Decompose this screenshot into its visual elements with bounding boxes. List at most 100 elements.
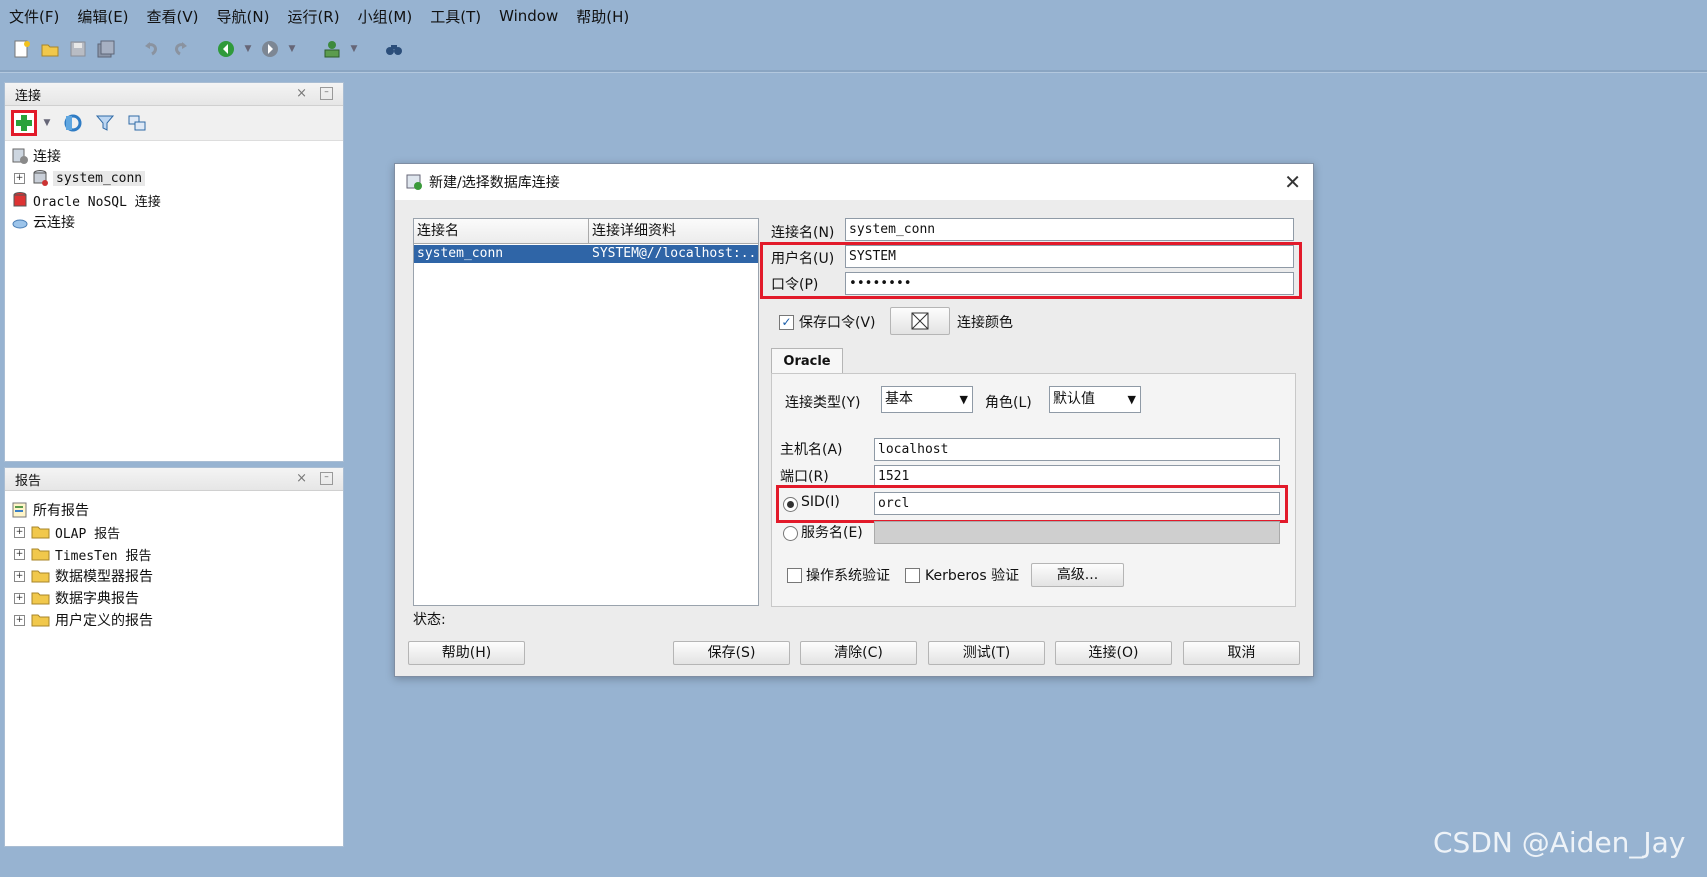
tree-item-report[interactable]: + 用户定义的报告 [5,609,343,631]
test-button[interactable]: 测试(T) [928,641,1045,665]
tree-item-report[interactable]: + TimesTen 报告 [5,543,343,565]
chevron-down-icon[interactable]: ▼ [242,44,254,54]
save-icon[interactable] [66,37,90,61]
connection-color-label: 连接颜色 [957,315,1013,331]
save-all-icon[interactable] [94,37,118,61]
connections-panel: 连接 × – ▼ 连接 + system_conn Oracle NoSQL 连… [4,82,344,462]
cancel-button[interactable]: 取消 [1183,641,1300,665]
minimize-icon[interactable]: – [320,472,333,485]
menu-navigate[interactable]: 导航(N) [208,6,279,27]
table-cell-details: SYSTEM@//localhost:... [592,246,758,261]
back-icon[interactable] [214,37,238,61]
tree-item-connections[interactable]: 连接 [5,145,343,167]
tree-item-label: 用户定义的报告 [55,613,153,629]
tree-item-all-reports[interactable]: 所有报告 [5,499,343,521]
expand-icon[interactable]: + [14,172,25,184]
host-label: 主机名(A) [780,442,843,458]
expand-icon[interactable]: + [14,526,25,538]
service-name-radio[interactable] [783,526,798,541]
database-icon [33,170,48,186]
add-connection-button[interactable] [11,110,37,136]
tree-item-report[interactable]: + 数据字典报告 [5,587,343,609]
new-icon[interactable] [10,37,34,61]
connections-toolbar: ▼ [5,106,343,141]
table-row[interactable]: system_conn SYSTEM@//localhost:... [414,245,758,263]
menu-help[interactable]: 帮助(H) [567,6,638,27]
close-icon[interactable]: ✕ [1284,170,1301,194]
password-field[interactable]: •••••••• [845,272,1294,295]
table-header-name[interactable]: 连接名 [414,219,589,244]
new-connection-dialog: 新建/选择数据库连接 ✕ 连接名 连接详细资料 system_conn SYST… [394,163,1314,677]
kerberos-checkbox[interactable] [905,568,920,583]
username-field[interactable]: SYSTEM [845,245,1294,268]
minimize-icon[interactable]: – [320,87,333,100]
chevron-down-icon[interactable]: ▼ [41,118,53,128]
tree-item-cloud[interactable]: 云连接 [5,211,343,233]
redo-icon[interactable] [168,37,192,61]
filter-icon[interactable] [93,111,117,135]
port-label: 端口(R) [780,469,829,485]
tab-oracle[interactable]: Oracle [771,348,843,375]
menu-team[interactable]: 小组(M) [349,6,422,27]
refresh-icon[interactable] [61,111,85,135]
menu-view[interactable]: 查看(V) [138,6,208,27]
clear-button[interactable]: 清除(C) [800,641,917,665]
undo-icon[interactable] [140,37,164,61]
tree-item-report[interactable]: + 数据模型器报告 [5,565,343,587]
save-password-checkbox[interactable]: ✓ [779,315,794,330]
port-field[interactable]: 1521 [874,465,1280,488]
tree-item-label: 数据字典报告 [55,591,139,607]
find-db-object-icon[interactable] [382,37,406,61]
save-button[interactable]: 保存(S) [673,641,790,665]
expand-icon[interactable]: + [14,548,25,560]
sid-radio[interactable] [783,497,798,512]
help-button[interactable]: 帮助(H) [408,641,525,665]
host-field[interactable]: localhost [874,438,1280,461]
menu-file[interactable]: 文件(F) [0,6,68,27]
sid-label: SID(I) [801,494,840,510]
connections-icon [12,148,28,164]
forward-icon[interactable] [258,37,282,61]
dialog-title-bar: 新建/选择数据库连接 ✕ [395,164,1313,200]
service-name-field[interactable] [874,521,1280,544]
sql-worksheet-icon[interactable] [320,37,344,61]
tree-item-label: 云连接 [33,215,75,231]
role-select[interactable]: 默认值 ▼ [1049,386,1141,413]
folder-icon [31,592,50,605]
chevron-down-icon[interactable]: ▼ [286,44,298,54]
close-icon[interactable]: × [296,471,307,486]
conn-type-value: 基本 [885,391,913,407]
chevron-down-icon[interactable]: ▼ [348,44,360,54]
os-auth-checkbox[interactable] [787,568,802,583]
menu-edit[interactable]: 编辑(E) [68,6,137,27]
connection-color-button[interactable] [890,307,950,335]
table-header-details[interactable]: 连接详细资料 [589,219,758,244]
menu-tools[interactable]: 工具(T) [421,6,490,27]
connect-button[interactable]: 连接(O) [1055,641,1172,665]
expand-icon[interactable]: + [14,570,25,582]
menu-window[interactable]: Window [490,7,567,25]
schema-browser-icon[interactable] [125,111,149,135]
tree-item-system-conn[interactable]: + system_conn [5,167,343,189]
close-icon[interactable]: × [296,86,307,101]
watermark: CSDN @Aiden_Jay [1433,826,1686,859]
expand-icon[interactable]: + [14,614,25,626]
reports-panel: 报告 × – 所有报告 + OLAP 报告 + TimesTen 报告 + 数据… [4,467,344,847]
tree-item-report[interactable]: + OLAP 报告 [5,521,343,543]
sid-field[interactable]: orcl [874,492,1280,515]
conn-type-select[interactable]: 基本 ▼ [881,386,973,413]
folder-icon [31,526,50,539]
tree-item-oracle-nosql[interactable]: Oracle NoSQL 连接 [5,189,343,211]
conn-name-field[interactable]: system_conn [845,218,1294,241]
folder-icon [31,570,50,583]
tree-item-label: Oracle NoSQL 连接 [33,194,161,210]
table-cell-name: system_conn [417,246,504,261]
tree-item-label: TimesTen 报告 [55,548,152,564]
role-value: 默认值 [1053,391,1095,407]
advanced-button[interactable]: 高级... [1031,563,1124,587]
open-folder-icon[interactable] [38,37,62,61]
tree-item-label: OLAP 报告 [55,526,121,542]
plus-icon [16,115,32,131]
expand-icon[interactable]: + [14,592,25,604]
menu-run[interactable]: 运行(R) [278,6,348,27]
